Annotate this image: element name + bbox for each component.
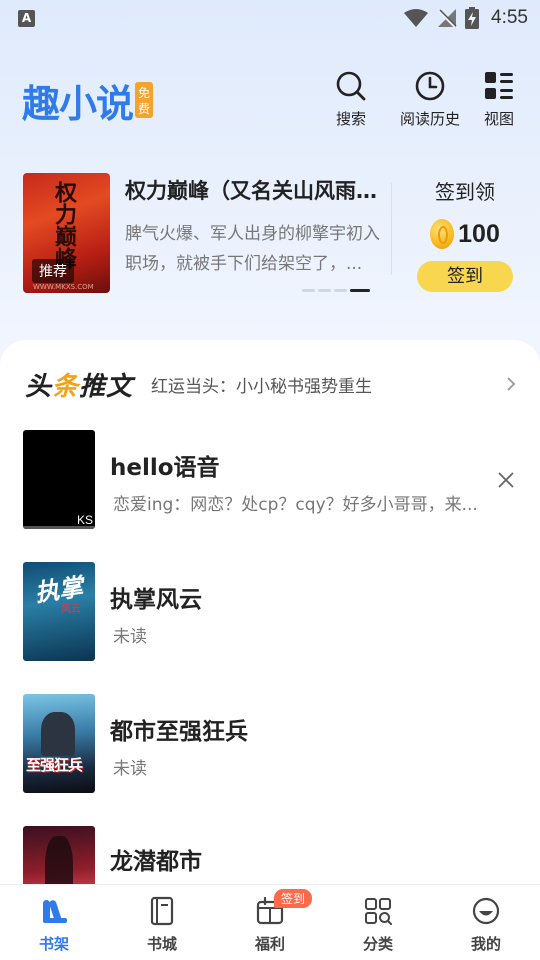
recommend-tag: 推荐: [32, 259, 74, 283]
status-time: 4:55: [491, 7, 528, 28]
nav-label: 福利: [254, 935, 285, 953]
banner-divider: [391, 183, 392, 275]
app-logo: 趣小说 免 费: [22, 78, 154, 126]
checkin-title: 签到领: [435, 180, 495, 204]
nav-bookstore[interactable]: 书城: [108, 885, 216, 960]
grid-view-icon: [481, 68, 517, 104]
book-title: hello语音: [110, 455, 220, 481]
featured-book-description: 脾气火爆、军人出身的柳擎宇初入职场，就被手下们给架空了，...: [125, 224, 380, 274]
wifi-icon: [404, 9, 429, 27]
nav-category[interactable]: 分类: [324, 885, 432, 960]
nav-bookshelf[interactable]: 书架: [0, 885, 108, 960]
cover-side-text: 风云: [61, 604, 81, 615]
battery-charging-icon: [465, 7, 480, 29]
headline-news[interactable]: 头条推文 红运当头：小小秘书强势重生: [25, 362, 520, 406]
nav-label: 书城: [146, 935, 177, 953]
view-label: 视图: [483, 110, 514, 128]
coin-icon: [430, 219, 455, 249]
status-icons: 4:55: [403, 6, 528, 30]
nav-label: 我的: [470, 935, 501, 953]
search-button[interactable]: 搜索: [312, 68, 390, 129]
carousel-dot: [318, 289, 331, 292]
carousel-indicator: [302, 289, 370, 292]
reading-history-label: 阅读历史: [399, 110, 460, 128]
featured-book-title[interactable]: 权力巅峰（又名关山风雨路...: [125, 175, 395, 205]
nav-profile[interactable]: 我的: [432, 885, 540, 960]
close-icon[interactable]: [496, 470, 516, 490]
search-icon: [333, 68, 369, 104]
bottom-navigation: 书架 书城 签到 福利 分类 我的: [0, 884, 540, 960]
checkin-badge: 签到: [274, 889, 313, 908]
checkin-amount: 100: [458, 219, 500, 248]
notification-icon: A: [18, 10, 35, 27]
book-icon: [146, 895, 178, 927]
headline-logo: 头条推文: [25, 371, 134, 402]
book-subtitle: 恋爱ing：网恋？处cp？cqy？好多小哥哥，来...: [113, 495, 478, 515]
cover-title: 至强狂兵: [26, 756, 83, 774]
book-item[interactable]: 执掌 风云 执掌风云 未读: [23, 562, 518, 662]
free-badge: 免 费: [135, 82, 154, 118]
book-subtitle: 未读: [113, 759, 147, 779]
logo-text: 趣小说: [22, 81, 134, 126]
carousel-dot: [302, 289, 315, 292]
cover-tag: KS: [76, 513, 93, 527]
book-cover[interactable]: 至强狂兵: [23, 694, 95, 793]
book-title: 龙潜都市: [110, 849, 202, 875]
search-label: 搜索: [335, 110, 366, 128]
book-title: 执掌风云: [110, 587, 202, 613]
status-bar: A 4:55: [0, 0, 540, 36]
nav-label: 分类: [362, 935, 393, 953]
featured-book-cover[interactable]: 权力巅峰 推荐 WWW.MKXS.COM: [23, 173, 110, 293]
carousel-dot-active: [350, 289, 370, 292]
book-cover[interactable]: [23, 826, 95, 884]
chevron-right-icon: [507, 377, 516, 391]
clock-icon: [412, 68, 448, 104]
checkin-widget: 签到领 100 签到: [405, 176, 525, 292]
book-cover[interactable]: 执掌 风云: [23, 562, 95, 661]
cover-title: 权力巅峰: [51, 181, 77, 269]
book-subtitle: 未读: [113, 627, 147, 647]
headline-text: 红运当头：小小秘书强势重生: [151, 376, 373, 397]
checkin-reward: 100: [430, 219, 500, 249]
header-actions: 搜索 阅读历史 视图: [312, 68, 540, 129]
book-item[interactable]: 龙潜都市: [23, 826, 518, 884]
book-item[interactable]: 至强狂兵 都市至强狂兵 未读: [23, 694, 518, 794]
nav-welfare[interactable]: 签到 福利: [216, 885, 324, 960]
nav-label: 书架: [38, 935, 69, 953]
profile-icon: [470, 895, 502, 927]
view-button[interactable]: 视图: [470, 68, 528, 129]
cover-site-text: WWW.MKXS.COM: [33, 283, 94, 291]
reading-history-button[interactable]: 阅读历史: [390, 68, 470, 129]
book-title: 都市至强狂兵: [110, 719, 248, 745]
category-grid-icon: [362, 895, 394, 927]
book-cover[interactable]: KS: [23, 430, 95, 529]
checkin-button[interactable]: 签到: [417, 261, 513, 292]
bookshelf-icon: [38, 895, 70, 927]
book-item[interactable]: KS hello语音 恋爱ing：网恋？处cp？cqy？好多小哥哥，来...: [23, 430, 518, 530]
carousel-dot: [334, 289, 347, 292]
featured-book-banner[interactable]: 权力巅峰 推荐 WWW.MKXS.COM 权力巅峰（又名关山风雨路... 脾气火…: [23, 173, 395, 295]
no-signal-icon: [438, 9, 457, 28]
